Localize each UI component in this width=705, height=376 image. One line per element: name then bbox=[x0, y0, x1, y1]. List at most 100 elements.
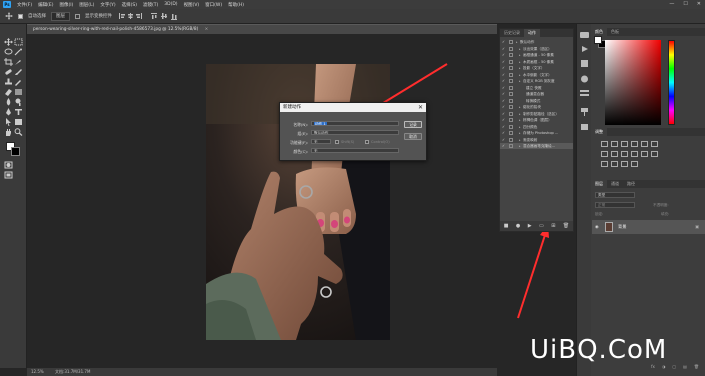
dialog-toggle-box[interactable] bbox=[509, 131, 513, 135]
dialog-toggle-box[interactable] bbox=[509, 137, 513, 142]
dialog-toggle-box[interactable] bbox=[509, 124, 513, 129]
action-row[interactable]: ✓ 通道混合器 bbox=[500, 91, 573, 97]
check-icon[interactable]: ✓ bbox=[502, 104, 505, 110]
dialog-toggle-box[interactable] bbox=[509, 118, 513, 122]
delete-layer-icon[interactable]: 🗑 bbox=[694, 362, 699, 372]
action-color-select[interactable]: 无 bbox=[311, 148, 399, 153]
expand-triangle-icon[interactable]: ▸ bbox=[519, 65, 521, 71]
dialog-toggle-box[interactable] bbox=[509, 85, 513, 90]
check-icon[interactable]: ✓ bbox=[502, 78, 505, 84]
expand-triangle-icon[interactable]: ▸ bbox=[519, 104, 521, 110]
zoom-level[interactable]: 12.5% bbox=[31, 369, 44, 374]
check-icon[interactable]: ✓ bbox=[502, 111, 505, 117]
dialog-toggle-box[interactable] bbox=[509, 92, 513, 96]
check-icon[interactable]: ✓ bbox=[502, 59, 505, 65]
tab-layers[interactable]: 图层 bbox=[591, 180, 607, 188]
new-action-icon[interactable]: ⊞ bbox=[551, 223, 555, 229]
dialog-toggle-box[interactable] bbox=[509, 98, 513, 103]
tab-adjustments[interactable]: 调整 bbox=[591, 128, 607, 136]
action-row[interactable]: ✓ ▸ 熔化的铅块 bbox=[500, 104, 573, 110]
tab-actions[interactable]: 动作 bbox=[524, 29, 540, 37]
dock-icons[interactable] bbox=[577, 24, 592, 144]
dialog-toggle-box[interactable] bbox=[509, 66, 513, 70]
action-row[interactable]: ✓ 转换模式 bbox=[500, 98, 573, 104]
action-row[interactable]: ✓ 建立 快照 bbox=[500, 85, 573, 91]
check-icon[interactable]: ✓ bbox=[502, 72, 505, 78]
function-key-select[interactable]: 无 bbox=[311, 139, 331, 144]
check-icon[interactable]: ✓ bbox=[502, 143, 505, 149]
check-icon[interactable]: ✓ bbox=[502, 117, 505, 123]
expand-triangle-icon[interactable]: ▸ bbox=[519, 143, 521, 149]
tab-color[interactable]: 颜色 bbox=[591, 28, 607, 36]
action-row[interactable]: ✓ ▸ 投影（文字） bbox=[500, 65, 573, 71]
check-icon[interactable]: ✓ bbox=[502, 124, 505, 130]
check-icon[interactable]: ✓ bbox=[502, 98, 505, 104]
eye-icon[interactable]: ◉ bbox=[595, 220, 599, 234]
new-set-icon[interactable]: ▭ bbox=[539, 223, 544, 229]
check-icon[interactable]: ✓ bbox=[502, 85, 505, 91]
color-field[interactable] bbox=[605, 40, 661, 125]
action-row[interactable]: ✓ ▸ 木质画框 - 50 像素 bbox=[500, 59, 573, 65]
stop-icon[interactable]: ■ bbox=[504, 223, 509, 229]
layer-row-background[interactable]: ◉ 背景 ▣ bbox=[592, 220, 705, 234]
action-row[interactable]: ✓ ▸ 画框通道 - 50 像素 bbox=[500, 52, 573, 58]
action-row[interactable]: ✓ ▸ 混合器画笔克隆绘... bbox=[500, 143, 573, 149]
layer-filter-select[interactable]: 类型 bbox=[595, 192, 635, 198]
expand-triangle-icon[interactable]: ▸ bbox=[519, 59, 521, 65]
new-layer-icon[interactable]: ▤ bbox=[683, 362, 687, 372]
expand-triangle-icon[interactable]: ▸ bbox=[519, 78, 521, 84]
action-row[interactable]: ✓ ▸ 棕褐色调（图层） bbox=[500, 117, 573, 123]
action-row[interactable]: ✓ ▸ 默认动作 bbox=[500, 39, 573, 45]
check-icon[interactable]: ✓ bbox=[502, 52, 505, 58]
shift-checkbox[interactable] bbox=[335, 140, 339, 144]
dialog-toggle-box[interactable] bbox=[509, 72, 513, 77]
expand-triangle-icon[interactable]: ▸ bbox=[519, 46, 521, 52]
tab-channels[interactable]: 通道 bbox=[607, 180, 623, 188]
check-icon[interactable]: ✓ bbox=[502, 46, 505, 52]
dialog-toggle-box[interactable] bbox=[509, 59, 513, 64]
dialog-toggle-box[interactable] bbox=[509, 105, 513, 109]
action-row[interactable]: ✓ ▸ 渐变映射 bbox=[500, 137, 573, 143]
expand-triangle-icon[interactable]: ▸ bbox=[519, 124, 521, 130]
action-row[interactable]: ✓ ▸ 淡出效果（选区） bbox=[500, 46, 573, 52]
expand-triangle-icon[interactable]: ▸ bbox=[519, 137, 521, 143]
action-row[interactable]: ✓ ▸ 四分颜色 bbox=[500, 124, 573, 130]
tab-paths[interactable]: 路径 bbox=[623, 180, 639, 188]
action-row[interactable]: ✓ ▸ 存储为 Photoshop ... bbox=[500, 130, 573, 136]
dialog-toggle-box[interactable] bbox=[509, 144, 513, 148]
control-checkbox[interactable] bbox=[365, 140, 369, 144]
dialog-close-button[interactable]: ✕ bbox=[418, 103, 423, 112]
play-icon[interactable]: ▶ bbox=[528, 223, 532, 229]
check-icon[interactable]: ✓ bbox=[502, 130, 505, 136]
blend-mode-select[interactable]: 正常 bbox=[595, 202, 635, 208]
action-row[interactable]: ✓ ▸ 自定义 RGB 到灰度 bbox=[500, 78, 573, 84]
record-button[interactable]: 记录 bbox=[404, 121, 422, 128]
check-icon[interactable]: ✓ bbox=[502, 91, 505, 97]
cancel-button[interactable]: 取消 bbox=[404, 133, 422, 140]
check-icon[interactable]: ✓ bbox=[502, 39, 505, 45]
action-row[interactable]: ✓ ▸ 水中倒影（文字） bbox=[500, 72, 573, 78]
action-set-select[interactable]: 默认动作 bbox=[311, 130, 399, 135]
dialog-toggle-box[interactable] bbox=[509, 53, 513, 57]
expand-triangle-icon[interactable]: ▸ bbox=[519, 72, 521, 78]
dialog-toggle-box[interactable] bbox=[509, 46, 513, 51]
dialog-toggle-box[interactable] bbox=[509, 40, 513, 44]
expand-triangle-icon[interactable]: ▸ bbox=[519, 130, 521, 136]
check-icon[interactable]: ✓ bbox=[502, 65, 505, 71]
new-group-icon[interactable]: ▢ bbox=[672, 362, 676, 372]
tab-history[interactable]: 历史记录 bbox=[500, 29, 524, 37]
expand-triangle-icon[interactable]: ▸ bbox=[516, 39, 518, 45]
foreground-color-chip[interactable] bbox=[594, 36, 602, 44]
dialog-toggle-box[interactable] bbox=[509, 79, 513, 83]
tab-swatches[interactable]: 色板 bbox=[607, 28, 623, 36]
check-icon[interactable]: ✓ bbox=[502, 137, 505, 143]
action-name-field[interactable]: 动作 1 bbox=[311, 121, 399, 126]
expand-triangle-icon[interactable]: ▸ bbox=[519, 111, 521, 117]
action-row[interactable]: ✓ ▸ 制作剪贴路径（选区） bbox=[500, 111, 573, 117]
expand-triangle-icon[interactable]: ▸ bbox=[519, 52, 521, 58]
hue-slider[interactable] bbox=[668, 40, 675, 125]
dialog-toggle-box[interactable] bbox=[509, 111, 513, 116]
delete-icon[interactable]: 🗑 bbox=[563, 223, 569, 229]
expand-triangle-icon[interactable]: ▸ bbox=[519, 117, 521, 123]
record-icon[interactable]: ● bbox=[516, 223, 520, 229]
